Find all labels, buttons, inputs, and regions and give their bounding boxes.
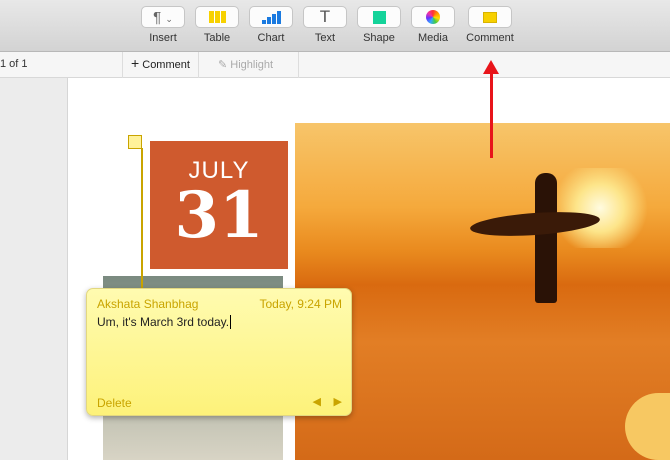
previous-comment-icon[interactable]: ◀	[313, 395, 321, 408]
comment-author: Akshata Shanbhag	[97, 297, 199, 311]
highlight-button[interactable]: ✎ Highlight	[208, 52, 299, 78]
comment-flag	[128, 135, 142, 149]
comment-flag-line	[141, 148, 143, 288]
sun	[545, 168, 655, 248]
comment-button[interactable]: Comment	[466, 6, 514, 44]
format-bar: 1 of 1 + Comment ✎ Highlight	[0, 52, 670, 78]
surfer	[535, 173, 557, 303]
chart-icon	[261, 10, 281, 24]
comment-time: Today, 9:24 PM	[259, 297, 343, 311]
plus-icon: +	[131, 55, 140, 71]
next-comment-icon[interactable]: ▶	[334, 395, 342, 408]
shape-button[interactable]: Shape	[355, 6, 403, 44]
annotation-arrow-shaft	[490, 72, 493, 158]
text-button[interactable]: T Text	[301, 6, 349, 44]
calendar-graphic: JULY 31	[150, 141, 288, 269]
round-shape	[625, 393, 670, 460]
media-button[interactable]: Media	[409, 6, 457, 44]
page-thumbnail-sidebar	[0, 78, 68, 460]
comment-text-field[interactable]: Um, it's March 3rd today.	[97, 315, 232, 329]
text-icon: T	[319, 7, 331, 26]
table-icon	[208, 11, 226, 23]
media-icon	[426, 10, 440, 24]
delete-comment-button[interactable]: Delete	[97, 396, 132, 410]
comment-icon	[483, 11, 497, 23]
paragraph-icon: ¶ ⌄	[153, 8, 173, 26]
table-button[interactable]: Table	[193, 6, 241, 44]
shape-icon	[372, 10, 386, 24]
pencil-icon: ✎	[218, 59, 228, 71]
chart-button[interactable]: Chart	[247, 6, 295, 44]
insert-button[interactable]: ¶ ⌄ Insert	[139, 6, 187, 44]
add-comment-button[interactable]: + Comment	[122, 52, 199, 78]
toolbar: ¶ ⌄ Insert Table Chart T Text Shape Media …	[0, 0, 670, 52]
page-count: 1 of 1	[0, 58, 28, 70]
calendar-day: 31	[174, 178, 264, 253]
comment-popover: Akshata Shanbhag Today, 9:24 PM Um, it's…	[86, 288, 352, 416]
